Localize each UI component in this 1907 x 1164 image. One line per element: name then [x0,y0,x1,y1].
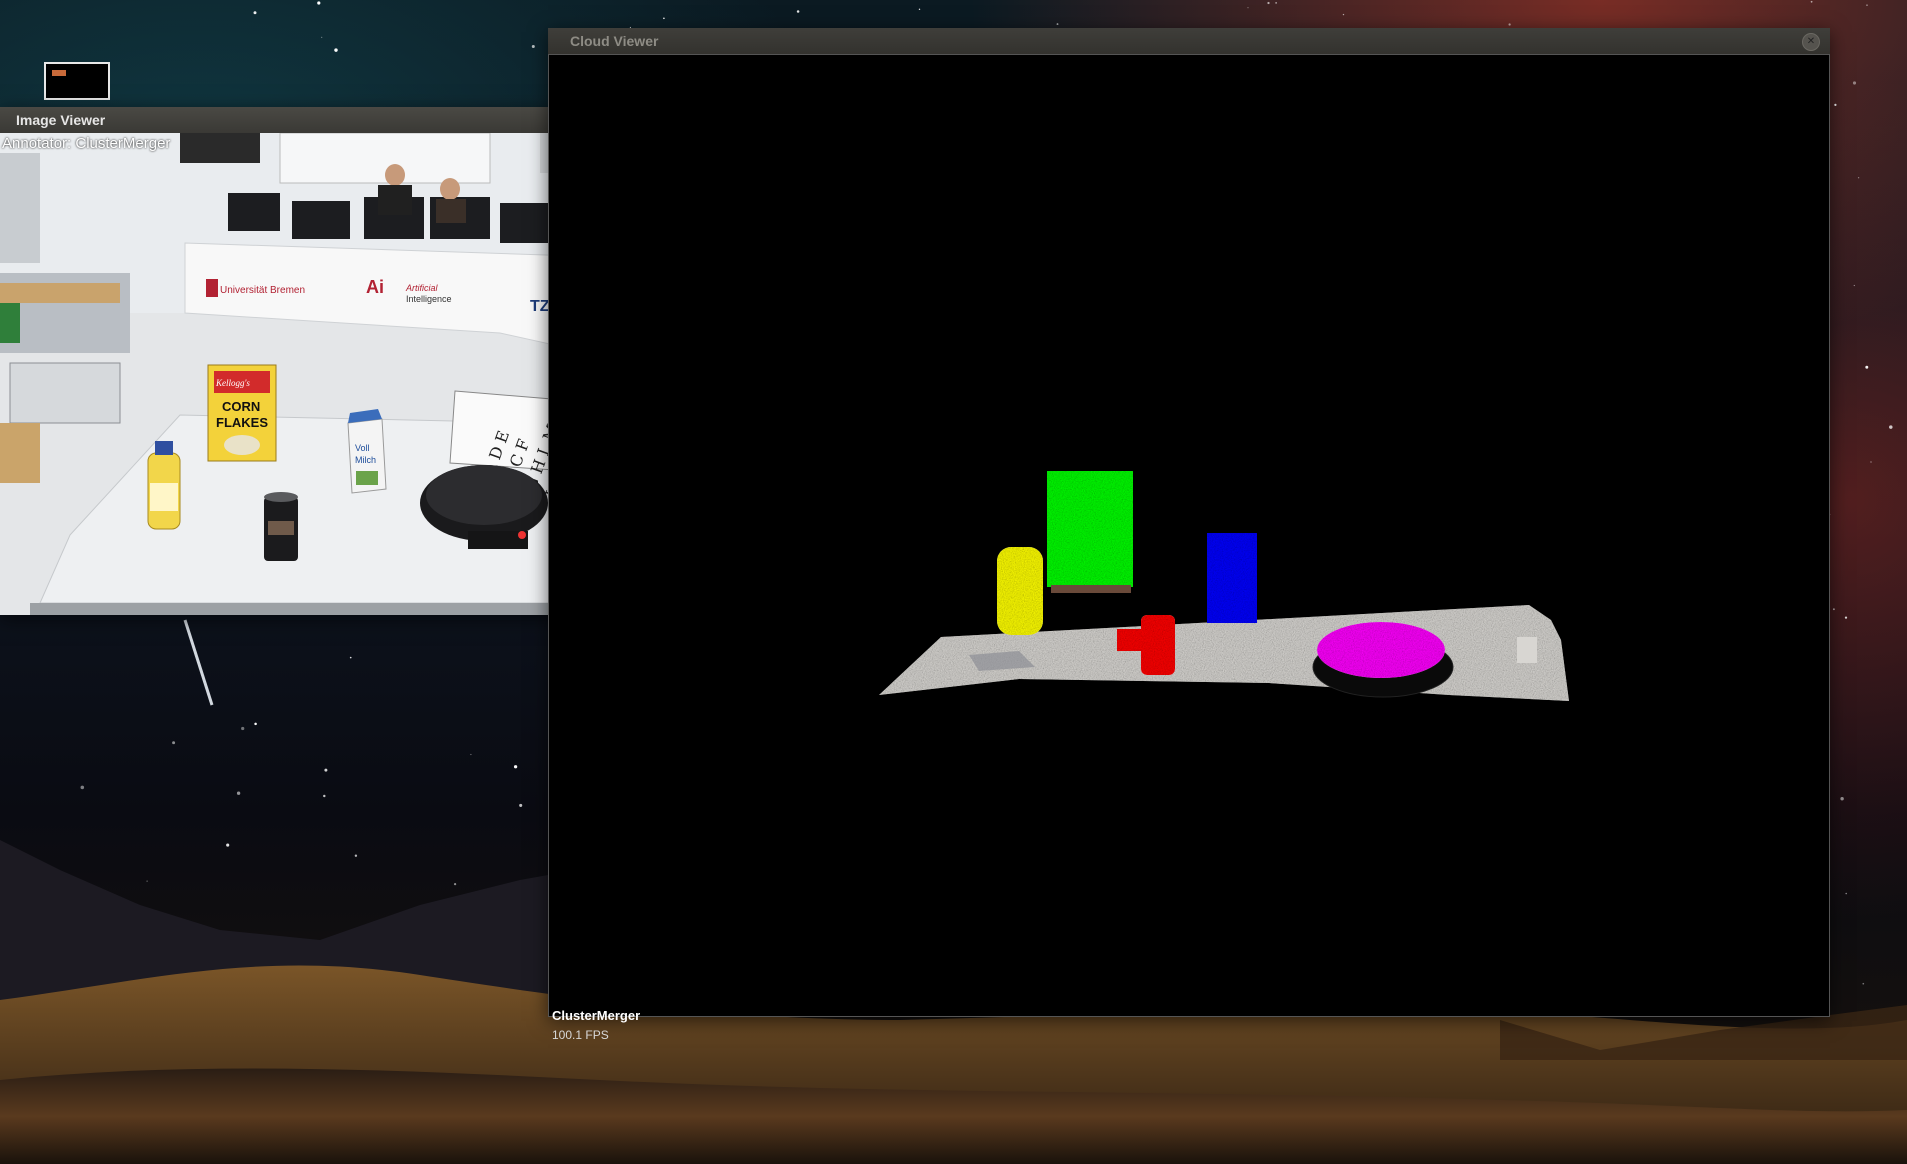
camera-image: Universität Bremen Ai Artificial Intelli… [0,133,636,615]
banner-university: Universität Bremen [220,285,305,296]
cloud-viewer-titlebar[interactable]: Cloud Viewer ✕ [548,28,1830,54]
camera-scene: Universität Bremen Ai Artificial Intelli… [0,133,636,615]
cloud-viewer-title: Cloud Viewer [570,33,659,49]
svg-text:Ai: Ai [366,277,384,297]
image-viewer-title: Image Viewer [16,112,106,128]
fps-counter: 100.1 FPS [552,1028,609,1042]
point-cloud-canvas[interactable]: ClusterMerger 100.1 FPS [548,54,1830,1042]
cluster-magenta [1317,622,1445,678]
carton-text-2: Milch [355,455,376,465]
workspace-thumbnail-icon[interactable] [44,62,110,100]
annotator-label: Annotator: ClusterMerger [2,135,171,152]
banner-ai-line2: Intelligence [406,294,452,304]
cluster-red [1141,615,1175,675]
cluster-yellow [997,547,1043,635]
mini-window-preview [52,70,66,76]
cluster-blue [1207,533,1257,623]
carton-text-1: Voll [355,443,370,453]
box-text-2: FLAKES [216,415,268,430]
cluster-green [1047,471,1133,587]
point-cloud-render [879,471,1569,701]
image-viewer-titlebar[interactable]: Image Viewer ✕ [0,107,636,133]
cloud-viewer-window[interactable]: Cloud Viewer ✕ ClusterMerger 100.1 FPS [548,28,1830,1042]
box-text-1: CORN [222,399,260,414]
cloud-annotator-name: ClusterMerger [552,1008,641,1023]
banner-ai-line1: Artificial [405,283,439,293]
image-viewer-window[interactable]: Image Viewer ✕ [0,107,636,615]
box-brand: Kellogg's [215,378,250,388]
close-icon[interactable]: ✕ [1802,33,1820,51]
